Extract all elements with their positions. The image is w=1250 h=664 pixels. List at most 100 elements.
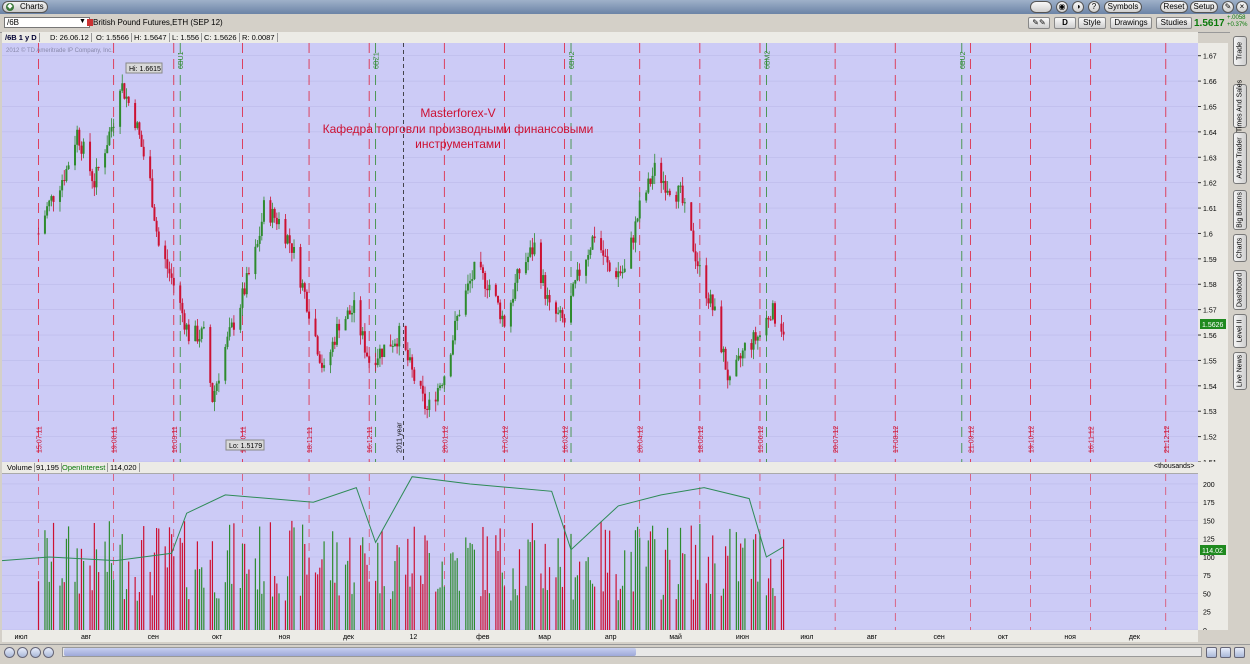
- candle-body: [497, 295, 500, 303]
- candle-body: [471, 279, 474, 281]
- candle-body: [458, 314, 461, 317]
- volume-tick-label: 200: [1203, 482, 1215, 489]
- studies-button[interactable]: Studies: [1156, 17, 1192, 29]
- chart-period[interactable]: /6B 1 y D: [3, 33, 40, 42]
- volume-label[interactable]: Volume: [5, 463, 36, 472]
- chevron-down-icon[interactable]: ▼: [79, 18, 86, 25]
- help-icon[interactable]: ?: [1088, 1, 1100, 13]
- expiry-label: 6BH2: [569, 51, 576, 69]
- candle-body: [37, 233, 40, 235]
- candle-body: [353, 300, 356, 313]
- candle-body: [348, 310, 351, 315]
- candle-body: [329, 352, 332, 366]
- candle-body: [63, 180, 66, 182]
- style-button[interactable]: Style: [1078, 17, 1106, 29]
- candle-body: [494, 284, 497, 296]
- period-button[interactable]: D: [1054, 17, 1076, 29]
- oi-current-label: 114.02: [1202, 548, 1223, 555]
- month-label: ноя: [279, 634, 291, 641]
- scroll-right-icon[interactable]: [1220, 647, 1231, 658]
- volume-tick-label: 50: [1203, 591, 1211, 598]
- candle-body: [123, 83, 126, 99]
- candle-body: [539, 242, 542, 284]
- symbol-input[interactable]: /6B: [4, 17, 90, 28]
- sidebar-tab-times-and-sales[interactable]: Times And Sales: [1233, 80, 1247, 132]
- candle-body: [441, 385, 444, 387]
- candle-body: [456, 316, 459, 321]
- price-tick-label: 1.65: [1203, 104, 1217, 111]
- zoom-in-icon[interactable]: [17, 647, 28, 658]
- symbols-button[interactable]: Symbols: [1104, 1, 1142, 13]
- price-tick-label: 1.54: [1203, 384, 1217, 391]
- detach-icon[interactable]: ◑: [1072, 1, 1084, 13]
- candle-body: [293, 247, 296, 253]
- candle-body: [149, 156, 152, 179]
- month-label: июл: [800, 634, 813, 641]
- candle-body: [632, 237, 635, 243]
- price-tick-label: 1.6: [1203, 231, 1213, 238]
- candle-body: [290, 243, 293, 253]
- candle-body: [524, 262, 527, 274]
- candle-body: [696, 261, 699, 267]
- candle-body: [359, 300, 362, 336]
- candle-body: [767, 317, 770, 320]
- scrollbar-thumb[interactable]: [64, 648, 636, 656]
- candle-body: [735, 359, 738, 377]
- candle-body: [554, 302, 557, 314]
- candle-body: [512, 298, 515, 303]
- sidebar-tab-trade[interactable]: Trade: [1233, 36, 1247, 66]
- zoom-out-icon[interactable]: [30, 647, 41, 658]
- candle-body: [228, 327, 231, 337]
- candle-body: [516, 269, 519, 283]
- candle-body: [713, 306, 716, 311]
- charts-tab[interactable]: ◆ Charts: [2, 1, 48, 13]
- candle-body: [741, 350, 744, 359]
- candle-body: [503, 315, 506, 327]
- candle-body: [106, 145, 109, 154]
- candle-body: [284, 219, 287, 244]
- pin-icon[interactable]: ✎: [1222, 1, 1234, 13]
- candle-body: [488, 284, 491, 291]
- candle-body: [544, 275, 547, 299]
- expand-icon[interactable]: [1234, 647, 1245, 658]
- candle-body: [724, 348, 727, 370]
- candle-body: [376, 358, 379, 366]
- candle-body: [677, 185, 680, 202]
- candle-body: [604, 255, 607, 257]
- candle-body: [335, 323, 338, 345]
- layout-toggle-button[interactable]: [1030, 1, 1052, 13]
- setup-button[interactable]: Setup: [1190, 1, 1218, 13]
- candle-body: [381, 348, 384, 357]
- candle-body: [561, 310, 564, 319]
- candle-body: [308, 311, 311, 319]
- copyright-text: 2012 © TD Ameritrade IP Company, Inc.: [6, 47, 113, 54]
- sidebar-tab-charts[interactable]: Charts: [1233, 234, 1247, 262]
- drawing-tools-icon[interactable]: ✎✎: [1028, 17, 1050, 29]
- price-tick-label: 1.61: [1203, 206, 1217, 213]
- price-chart[interactable]: 15.07.1119.08.1116.09.1118.10.1118.11.11…: [2, 43, 1228, 462]
- candle-body: [664, 180, 667, 193]
- zoom-fit-icon[interactable]: [43, 647, 54, 658]
- volume-chart[interactable]: 200 175 150 125 100 75 50 25 0 114.02: [2, 462, 1228, 630]
- candle-body: [638, 200, 641, 219]
- bar-date: D: 26.06.12: [48, 33, 92, 42]
- sidebar-tab-live-news[interactable]: Live News: [1233, 352, 1247, 390]
- link-icon[interactable]: ◉: [1056, 1, 1068, 13]
- scroll-left-icon[interactable]: [1206, 647, 1217, 658]
- pan-icon[interactable]: [4, 647, 15, 658]
- open-interest-label[interactable]: OpenInterest: [60, 463, 109, 472]
- candle-body: [170, 273, 173, 278]
- candle-body: [50, 196, 53, 201]
- close-icon[interactable]: ×: [1236, 1, 1248, 13]
- candle-body: [43, 215, 46, 234]
- sidebar-tab-active-trader[interactable]: Active Trader: [1233, 132, 1247, 184]
- candle-body: [155, 220, 158, 232]
- price-plot-area: [2, 43, 1198, 462]
- candle-body: [473, 261, 476, 280]
- drawings-button[interactable]: Drawings: [1110, 17, 1152, 29]
- sidebar-tab-label: Trade: [1236, 41, 1244, 61]
- candle-body: [74, 144, 77, 166]
- reset-button[interactable]: Reset: [1160, 1, 1188, 13]
- candle-body: [181, 302, 184, 314]
- candle-body: [89, 141, 92, 172]
